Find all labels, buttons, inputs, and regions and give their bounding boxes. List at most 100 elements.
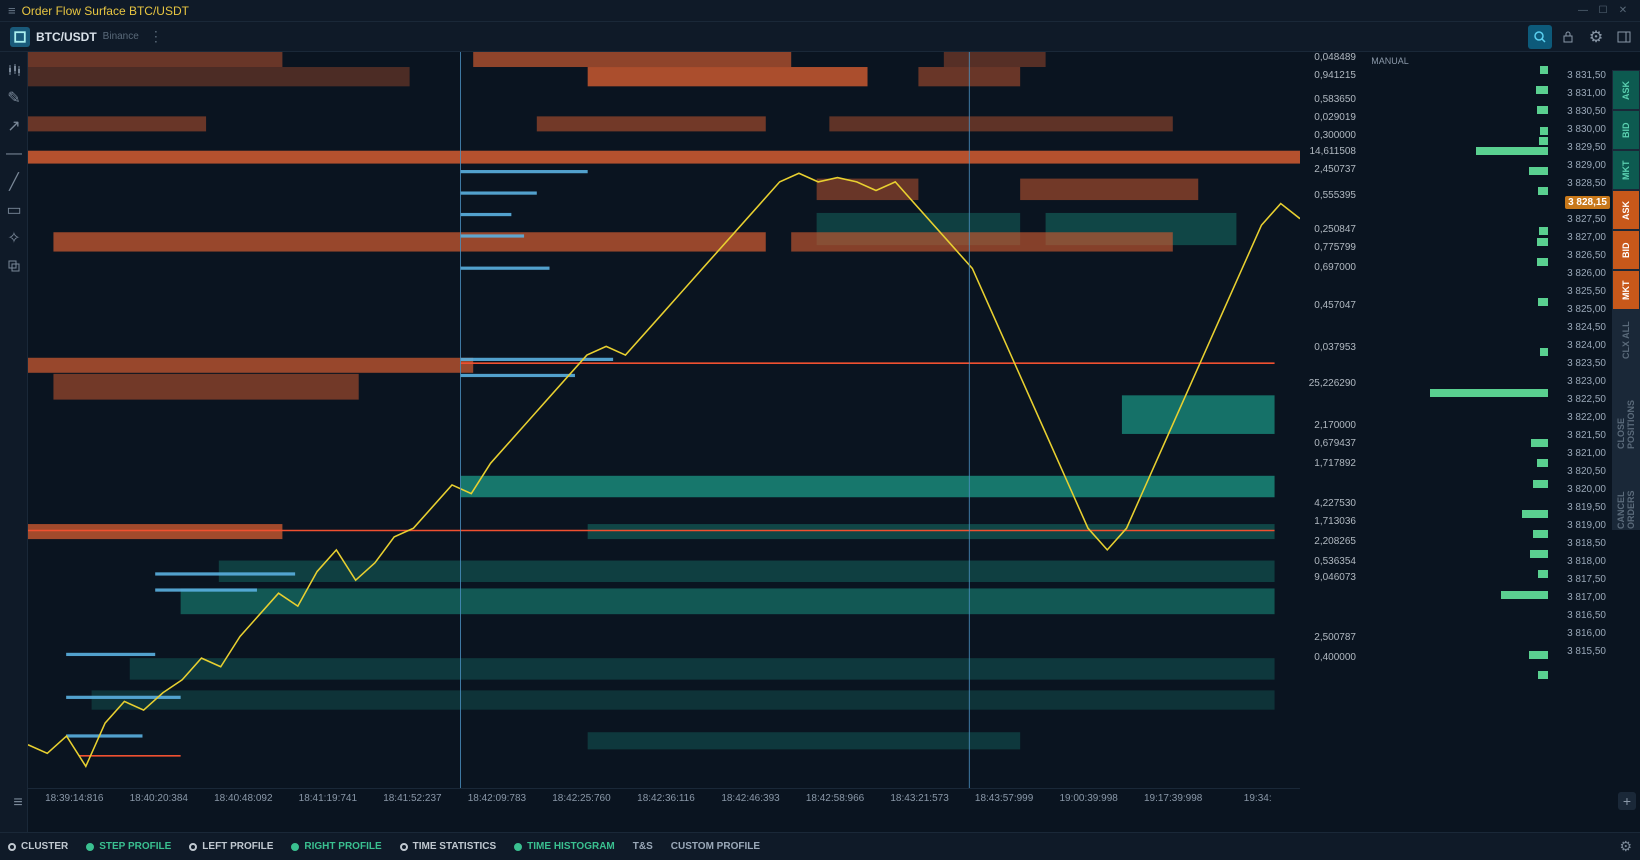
hline-icon[interactable]: — [0,140,28,168]
volume-label: 14,611508 [1309,146,1356,157]
dom-price-row[interactable]: 3 820,50 [1567,466,1606,477]
depth-bar [1537,238,1548,246]
dom-price-row[interactable]: 3 819,50 [1567,502,1606,513]
chart-canvas[interactable] [28,52,1300,788]
mkt2-button[interactable]: MKT [1612,270,1640,310]
symbol-badge-icon[interactable] [10,27,30,47]
time-tick: 18:42:25:760 [539,793,624,804]
dom-price-row[interactable]: 3 816,50 [1567,610,1606,621]
more-icon[interactable]: ⋮ [149,28,163,45]
dom-price-row[interactable]: 3 820,00 [1567,484,1606,495]
time-axis-menu-icon[interactable]: ≡ [4,793,32,813]
footer-toggle-left-profile[interactable]: LEFT PROFILE [189,841,273,852]
close-icon[interactable]: ✕ [1614,4,1632,18]
dom-price-row[interactable]: 3 818,00 [1567,556,1606,567]
zoom-search-icon[interactable] [1528,25,1552,49]
dom-price-row[interactable]: 3 822,00 [1567,412,1606,423]
ask-button[interactable]: ASK [1612,70,1640,110]
footer-toggle-t&s[interactable]: T&S [633,841,653,852]
dom-price-row[interactable]: 3 825,50 [1567,286,1606,297]
minimize-icon[interactable]: — [1574,4,1592,18]
dom-price-row[interactable]: 3 823,50 [1567,358,1606,369]
price-col-header: MANUAL [1360,52,1420,70]
bid-button[interactable]: BID [1612,110,1640,150]
clx-all-button[interactable]: CLX ALL [1612,310,1640,370]
dom-price-row[interactable]: 3 823,00 [1567,376,1606,387]
ask2-button[interactable]: ASK [1612,190,1640,230]
pencil-icon[interactable]: ✎ [0,84,28,112]
lock-icon[interactable] [1556,25,1580,49]
dom-price-row[interactable]: 3 831,50 [1567,70,1606,81]
mkt-button[interactable]: MKT [1612,150,1640,190]
depth-bar [1538,570,1548,578]
maximize-icon[interactable]: ☐ [1594,4,1612,18]
dom-price-row[interactable]: 3 828,50 [1567,178,1606,189]
dom-price-row[interactable]: 3 827,00 [1567,232,1606,243]
dom-price-row[interactable]: 3 826,00 [1567,268,1606,279]
layers-icon[interactable] [0,252,28,280]
volume-label: 0,250847 [1314,224,1356,235]
time-tick: 19:17:39:998 [1131,793,1216,804]
dom-price-row[interactable]: 3 830,00 [1567,124,1606,135]
dom-price-row[interactable]: 3 816,00 [1567,628,1606,639]
volume-label: 25,226290 [1309,378,1356,389]
dom-price-ladder[interactable]: 3 831,50 3 831,00 3 830,50 3 830,00 3 829,50… [1548,52,1612,788]
time-axis[interactable]: ≡ 18:39:14:81618:40:20:38418:40:48:09218… [28,788,1300,832]
dom-price-row[interactable]: 3 829,00 [1567,160,1606,171]
candlestick-icon[interactable] [0,56,28,84]
footer-toggle-time-histogram[interactable]: TIME HISTOGRAM [514,841,615,852]
dom-price-row[interactable]: 3 817,00 [1567,592,1606,603]
dom-price-row[interactable]: 3 817,50 [1567,574,1606,585]
dom-price-row[interactable]: 3 815,50 [1567,646,1606,657]
volume-label: 0,697000 [1314,262,1356,273]
symbol-text[interactable]: BTC/USDT [36,30,97,44]
dom-current-price[interactable]: 3 828,15 [1565,196,1610,209]
dom-price-row[interactable]: 3 818,50 [1567,538,1606,549]
window-title: Order Flow Surface BTC/USDT [22,4,189,18]
dom-price-row[interactable]: 3 829,50 [1567,142,1606,153]
footer-gear-icon[interactable]: ⚙ [1619,838,1632,855]
rectangle-icon[interactable]: ▭ [0,196,28,224]
orderflow-chart[interactable] [28,52,1300,788]
dom-price-row[interactable]: 3 826,50 [1567,250,1606,261]
dom-price-row[interactable]: 3 824,00 [1567,340,1606,351]
volume-label: 0,555395 [1314,190,1356,201]
footer-toggle-time-statistics[interactable]: TIME STATISTICS [400,841,497,852]
depth-bar [1540,348,1548,356]
time-tick: 18:42:46:393 [708,793,793,804]
price-scale-column: MANUAL [1360,52,1420,788]
dom-price-row[interactable]: 3 822,50 [1567,394,1606,405]
add-indicator-icon[interactable]: + [1618,792,1636,810]
dom-price-row[interactable]: 3 825,00 [1567,304,1606,315]
dom-price-row[interactable]: 3 831,00 [1567,88,1606,99]
cancel-orders-button[interactable]: CANCEL ORDERS [1612,450,1640,530]
footer-toggle-right-profile[interactable]: RIGHT PROFILE [291,841,381,852]
trendline-icon[interactable]: ╱ [0,168,28,196]
wand-icon[interactable]: ✧ [0,224,28,252]
time-tick: 18:43:57:999 [962,793,1047,804]
footer-toggle-step-profile[interactable]: STEP PROFILE [86,841,171,852]
depth-bar [1538,671,1548,679]
depth-bar [1529,651,1548,659]
footer-toggle-custom-profile[interactable]: CUSTOM PROFILE [671,841,760,852]
dom-price-row[interactable]: 3 830,50 [1567,106,1606,117]
depth-bar [1538,298,1548,306]
dom-price-row[interactable]: 3 819,00 [1567,520,1606,531]
arrow-icon[interactable]: ↗ [0,112,28,140]
dom-price-row[interactable]: 3 827,50 [1567,214,1606,225]
close-positions-button[interactable]: CLOSE POSITIONS [1612,370,1640,450]
volume-labels-column: 0,0484890,9412150,5836500,0290190,300000… [1300,52,1360,788]
dom-price-row[interactable]: 3 821,50 [1567,430,1606,441]
time-tick: 18:42:09:783 [455,793,540,804]
volume-label: 1,717892 [1314,458,1356,469]
footer-toggle-cluster[interactable]: CLUSTER [8,841,68,852]
dom-price-row[interactable]: 3 821,00 [1567,448,1606,459]
depth-bar [1530,550,1548,558]
time-tick: 18:42:36:116 [624,793,709,804]
dom-price-row[interactable]: 3 824,50 [1567,322,1606,333]
panel-icon[interactable] [1612,25,1636,49]
bid2-button[interactable]: BID [1612,230,1640,270]
gear-icon[interactable]: ⚙ [1584,25,1608,49]
volume-label: 2,170000 [1314,420,1356,431]
hamburger-icon[interactable]: ≡ [8,3,16,18]
